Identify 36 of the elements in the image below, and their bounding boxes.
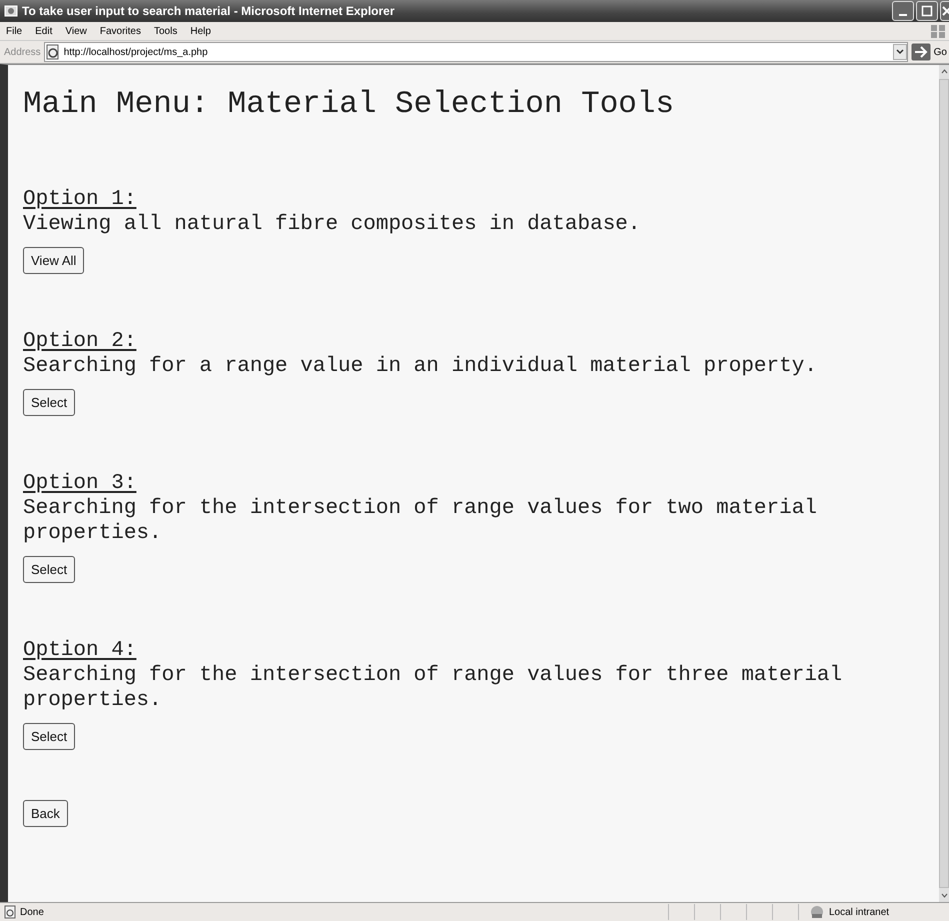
option-label: Option 1:: [23, 187, 136, 212]
menu-item[interactable]: Help: [190, 26, 211, 36]
minimize-icon: [899, 14, 907, 16]
status-text: Done: [20, 906, 44, 918]
dropdown-icon[interactable]: [892, 44, 907, 60]
option-description: Searching for the intersection of range values for three material properties.: [23, 663, 844, 713]
option-label: Option 3:: [23, 471, 136, 496]
option-label: Option 2:: [23, 329, 136, 354]
window-title: To take user input to search material - Microsoft Internet Explorer: [22, 4, 396, 18]
back-button[interactable]: Back: [23, 800, 68, 827]
option-label: Option 4:: [23, 638, 136, 663]
menu-item[interactable]: File: [6, 26, 22, 36]
option-description: Searching for a range value in an individual material property.: [23, 354, 818, 379]
minimize-button[interactable]: [892, 1, 914, 21]
option-button[interactable]: Select: [23, 389, 76, 416]
option-button[interactable]: Select: [23, 556, 76, 583]
close-button[interactable]: [940, 1, 949, 21]
maximize-icon: [921, 5, 933, 17]
windows-logo-icon: [929, 23, 947, 39]
close-icon: [941, 5, 949, 17]
menu-item[interactable]: Favorites: [100, 26, 141, 36]
option-button[interactable]: View All: [23, 247, 84, 274]
address-field[interactable]: http://localhost/project/ms_a.php: [44, 42, 908, 62]
page-heading: Main Menu: Material Selection Tools: [23, 87, 676, 122]
option-description: Viewing all natural fibre composites in database.: [23, 212, 642, 237]
menu-item[interactable]: Edit: [35, 26, 52, 36]
zone-text: Local intranet: [829, 906, 890, 918]
maximize-button[interactable]: [916, 1, 938, 21]
option-description: Searching for the intersection of range values for two material properties.: [23, 496, 818, 546]
go-button[interactable]: Go: [934, 46, 949, 58]
option-button[interactable]: Select: [23, 723, 76, 750]
browser-icon: [4, 4, 18, 18]
menu-item[interactable]: Tools: [154, 26, 178, 36]
address-label: Address: [4, 46, 41, 58]
menu-item[interactable]: View: [65, 26, 87, 36]
page-icon: [44, 44, 61, 60]
